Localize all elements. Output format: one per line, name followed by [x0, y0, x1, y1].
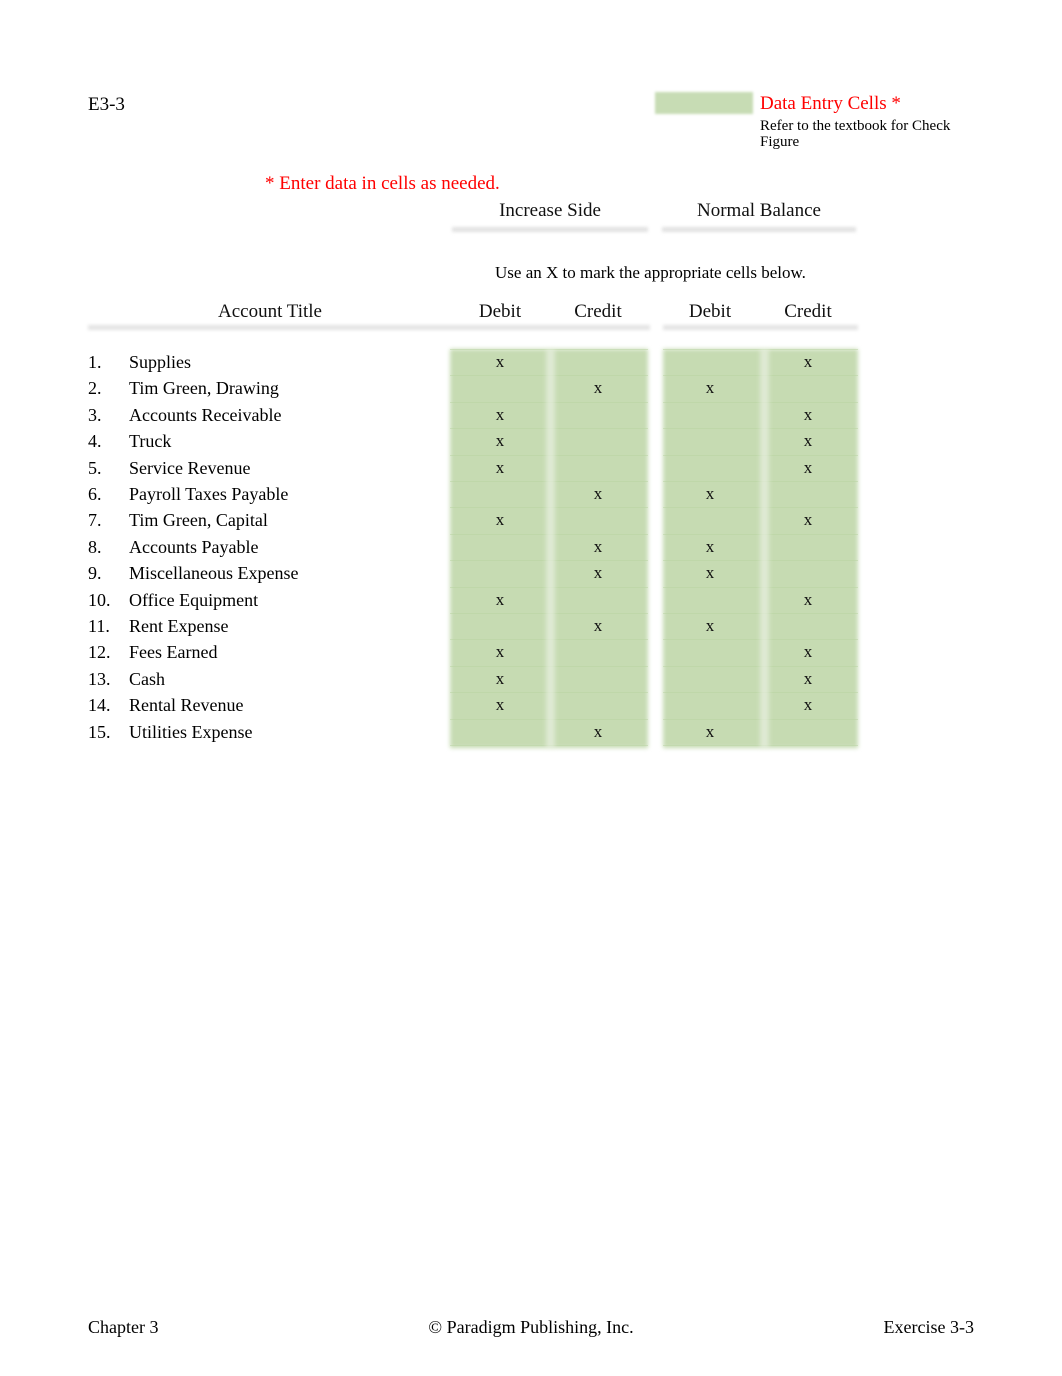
table-row: 1. Supplies x x — [88, 349, 878, 375]
table-row: 15. Utilities Expense x x — [88, 719, 878, 745]
page-footer: Chapter 3 © Paradigm Publishing, Inc. Ex… — [0, 1315, 1062, 1341]
row-number: 7. — [88, 510, 102, 531]
account-title-label: Office Equipment — [129, 589, 259, 610]
row-number: 3. — [88, 404, 102, 425]
account-title-label: Cash — [129, 668, 165, 689]
cell-increase-debit[interactable]: x — [452, 587, 548, 613]
table-row: 3. Accounts Receivable x x — [88, 402, 878, 428]
use-x-instruction: Use an X to mark the appropriate cells b… — [495, 263, 806, 282]
group-header-rule-increase — [452, 227, 648, 232]
account-title-label: Miscellaneous Expense — [129, 563, 299, 584]
account-title-label: Rent Expense — [129, 616, 229, 636]
cell-normal-credit[interactable]: x — [760, 402, 856, 428]
cell-normal-credit[interactable]: x — [760, 455, 856, 481]
account-title-label: Utilities Expense — [129, 721, 253, 742]
row-number: 12. — [88, 642, 111, 663]
column-header-account-title: Account Title — [218, 301, 322, 322]
account-title-label: Payroll Taxes Payable — [129, 484, 289, 504]
cell-increase-debit[interactable]: x — [452, 428, 548, 454]
cell-increase-credit[interactable]: x — [550, 719, 646, 745]
row-number: 2. — [88, 378, 102, 399]
cell-normal-credit[interactable]: x — [760, 349, 856, 375]
group-header-increase-side: Increase Side — [499, 200, 601, 221]
worksheet-page: E3-3 Data Entry Cells * Refer to the tex… — [0, 0, 1062, 1376]
row-number: 1. — [88, 352, 102, 372]
account-title-label: Truck — [129, 431, 172, 452]
cell-increase-credit[interactable]: x — [550, 613, 646, 639]
cell-increase-debit[interactable]: x — [452, 692, 548, 718]
column-header-increase-credit: Credit — [574, 301, 622, 322]
column-header-normal-credit: Credit — [784, 301, 832, 322]
cell-increase-credit[interactable]: x — [550, 375, 646, 401]
row-number: 11. — [88, 616, 110, 636]
table-row: 7. Tim Green, Capital x x — [88, 507, 878, 533]
column-header-rule-right — [663, 325, 858, 330]
group-header-normal-balance: Normal Balance — [697, 200, 821, 221]
cell-normal-credit[interactable]: x — [760, 639, 856, 665]
row-number: 15. — [88, 721, 111, 742]
cell-increase-debit[interactable]: x — [452, 455, 548, 481]
table-row: 4. Truck x x — [88, 428, 878, 454]
cell-normal-credit[interactable]: x — [760, 428, 856, 454]
cell-normal-debit[interactable]: x — [662, 534, 758, 560]
table-row: 5. Service Revenue x x — [88, 455, 878, 481]
row-number: 5. — [88, 457, 102, 478]
row-number: 6. — [88, 484, 102, 504]
group-header-rule-normal — [662, 227, 856, 232]
table-row: 11. Rent Expense x x — [88, 613, 878, 639]
legend-title: Data Entry Cells * — [760, 93, 901, 114]
table-row: 13. Cash x x — [88, 666, 878, 692]
account-title-label: Fees Earned — [129, 642, 218, 663]
account-title-label: Tim Green, Capital — [129, 510, 268, 531]
account-title-label: Supplies — [129, 352, 192, 372]
footer-exercise: Exercise 3-3 — [883, 1317, 974, 1337]
cell-increase-debit[interactable]: x — [452, 507, 548, 533]
column-header-rule-left — [88, 325, 650, 330]
exercise-id: E3-3 — [88, 94, 125, 115]
cell-increase-credit[interactable]: x — [550, 560, 646, 586]
row-number: 8. — [88, 536, 102, 557]
cell-normal-debit[interactable]: x — [662, 375, 758, 401]
cell-increase-debit[interactable]: x — [452, 666, 548, 692]
account-title-label: Rental Revenue — [129, 695, 244, 716]
row-number: 4. — [88, 431, 102, 452]
cell-increase-debit[interactable]: x — [452, 639, 548, 665]
table-row: 6. Payroll Taxes Payable x x — [88, 481, 878, 507]
cell-normal-debit[interactable]: x — [662, 560, 758, 586]
account-title-label: Tim Green, Drawing — [129, 378, 279, 399]
table-row: 9. Miscellaneous Expense x x — [88, 560, 878, 586]
table-row: 8. Accounts Payable x x — [88, 534, 878, 560]
row-number: 14. — [88, 695, 111, 716]
row-number: 10. — [88, 589, 111, 610]
cell-increase-debit[interactable]: x — [452, 402, 548, 428]
table-row: 14. Rental Revenue x x — [88, 692, 878, 718]
account-classification-table: 1. Supplies x x 2. Tim Green, Drawing x x 3. Acco… — [88, 349, 878, 749]
table-row: 10. Office Equipment x x — [88, 587, 878, 613]
cell-increase-credit[interactable]: x — [550, 481, 646, 507]
cell-normal-credit[interactable]: x — [760, 507, 856, 533]
legend-note: Refer to the textbook for Check Figure — [760, 118, 951, 150]
cell-normal-credit[interactable]: x — [760, 587, 856, 613]
cell-normal-debit[interactable]: x — [662, 719, 758, 745]
cell-increase-credit[interactable]: x — [550, 534, 646, 560]
cell-normal-credit[interactable]: x — [760, 666, 856, 692]
account-title-label: Accounts Receivable — [129, 404, 282, 425]
row-number: 13. — [88, 668, 111, 689]
table-row: 2. Tim Green, Drawing x x — [88, 375, 878, 401]
data-entry-color-swatch — [655, 92, 753, 114]
table-row: 12. Fees Earned x x — [88, 639, 878, 665]
cell-increase-debit[interactable]: x — [452, 349, 548, 375]
cell-normal-credit[interactable]: x — [760, 692, 856, 718]
enter-data-instruction: * Enter data in cells as needed. — [265, 173, 500, 194]
account-title-label: Accounts Payable — [129, 536, 259, 557]
cell-normal-debit[interactable]: x — [662, 481, 758, 507]
column-header-increase-debit: Debit — [478, 301, 522, 322]
row-number: 9. — [88, 563, 102, 584]
cell-normal-debit[interactable]: x — [662, 613, 758, 639]
account-title-label: Service Revenue — [129, 457, 251, 478]
column-header-normal-debit: Debit — [688, 301, 732, 322]
